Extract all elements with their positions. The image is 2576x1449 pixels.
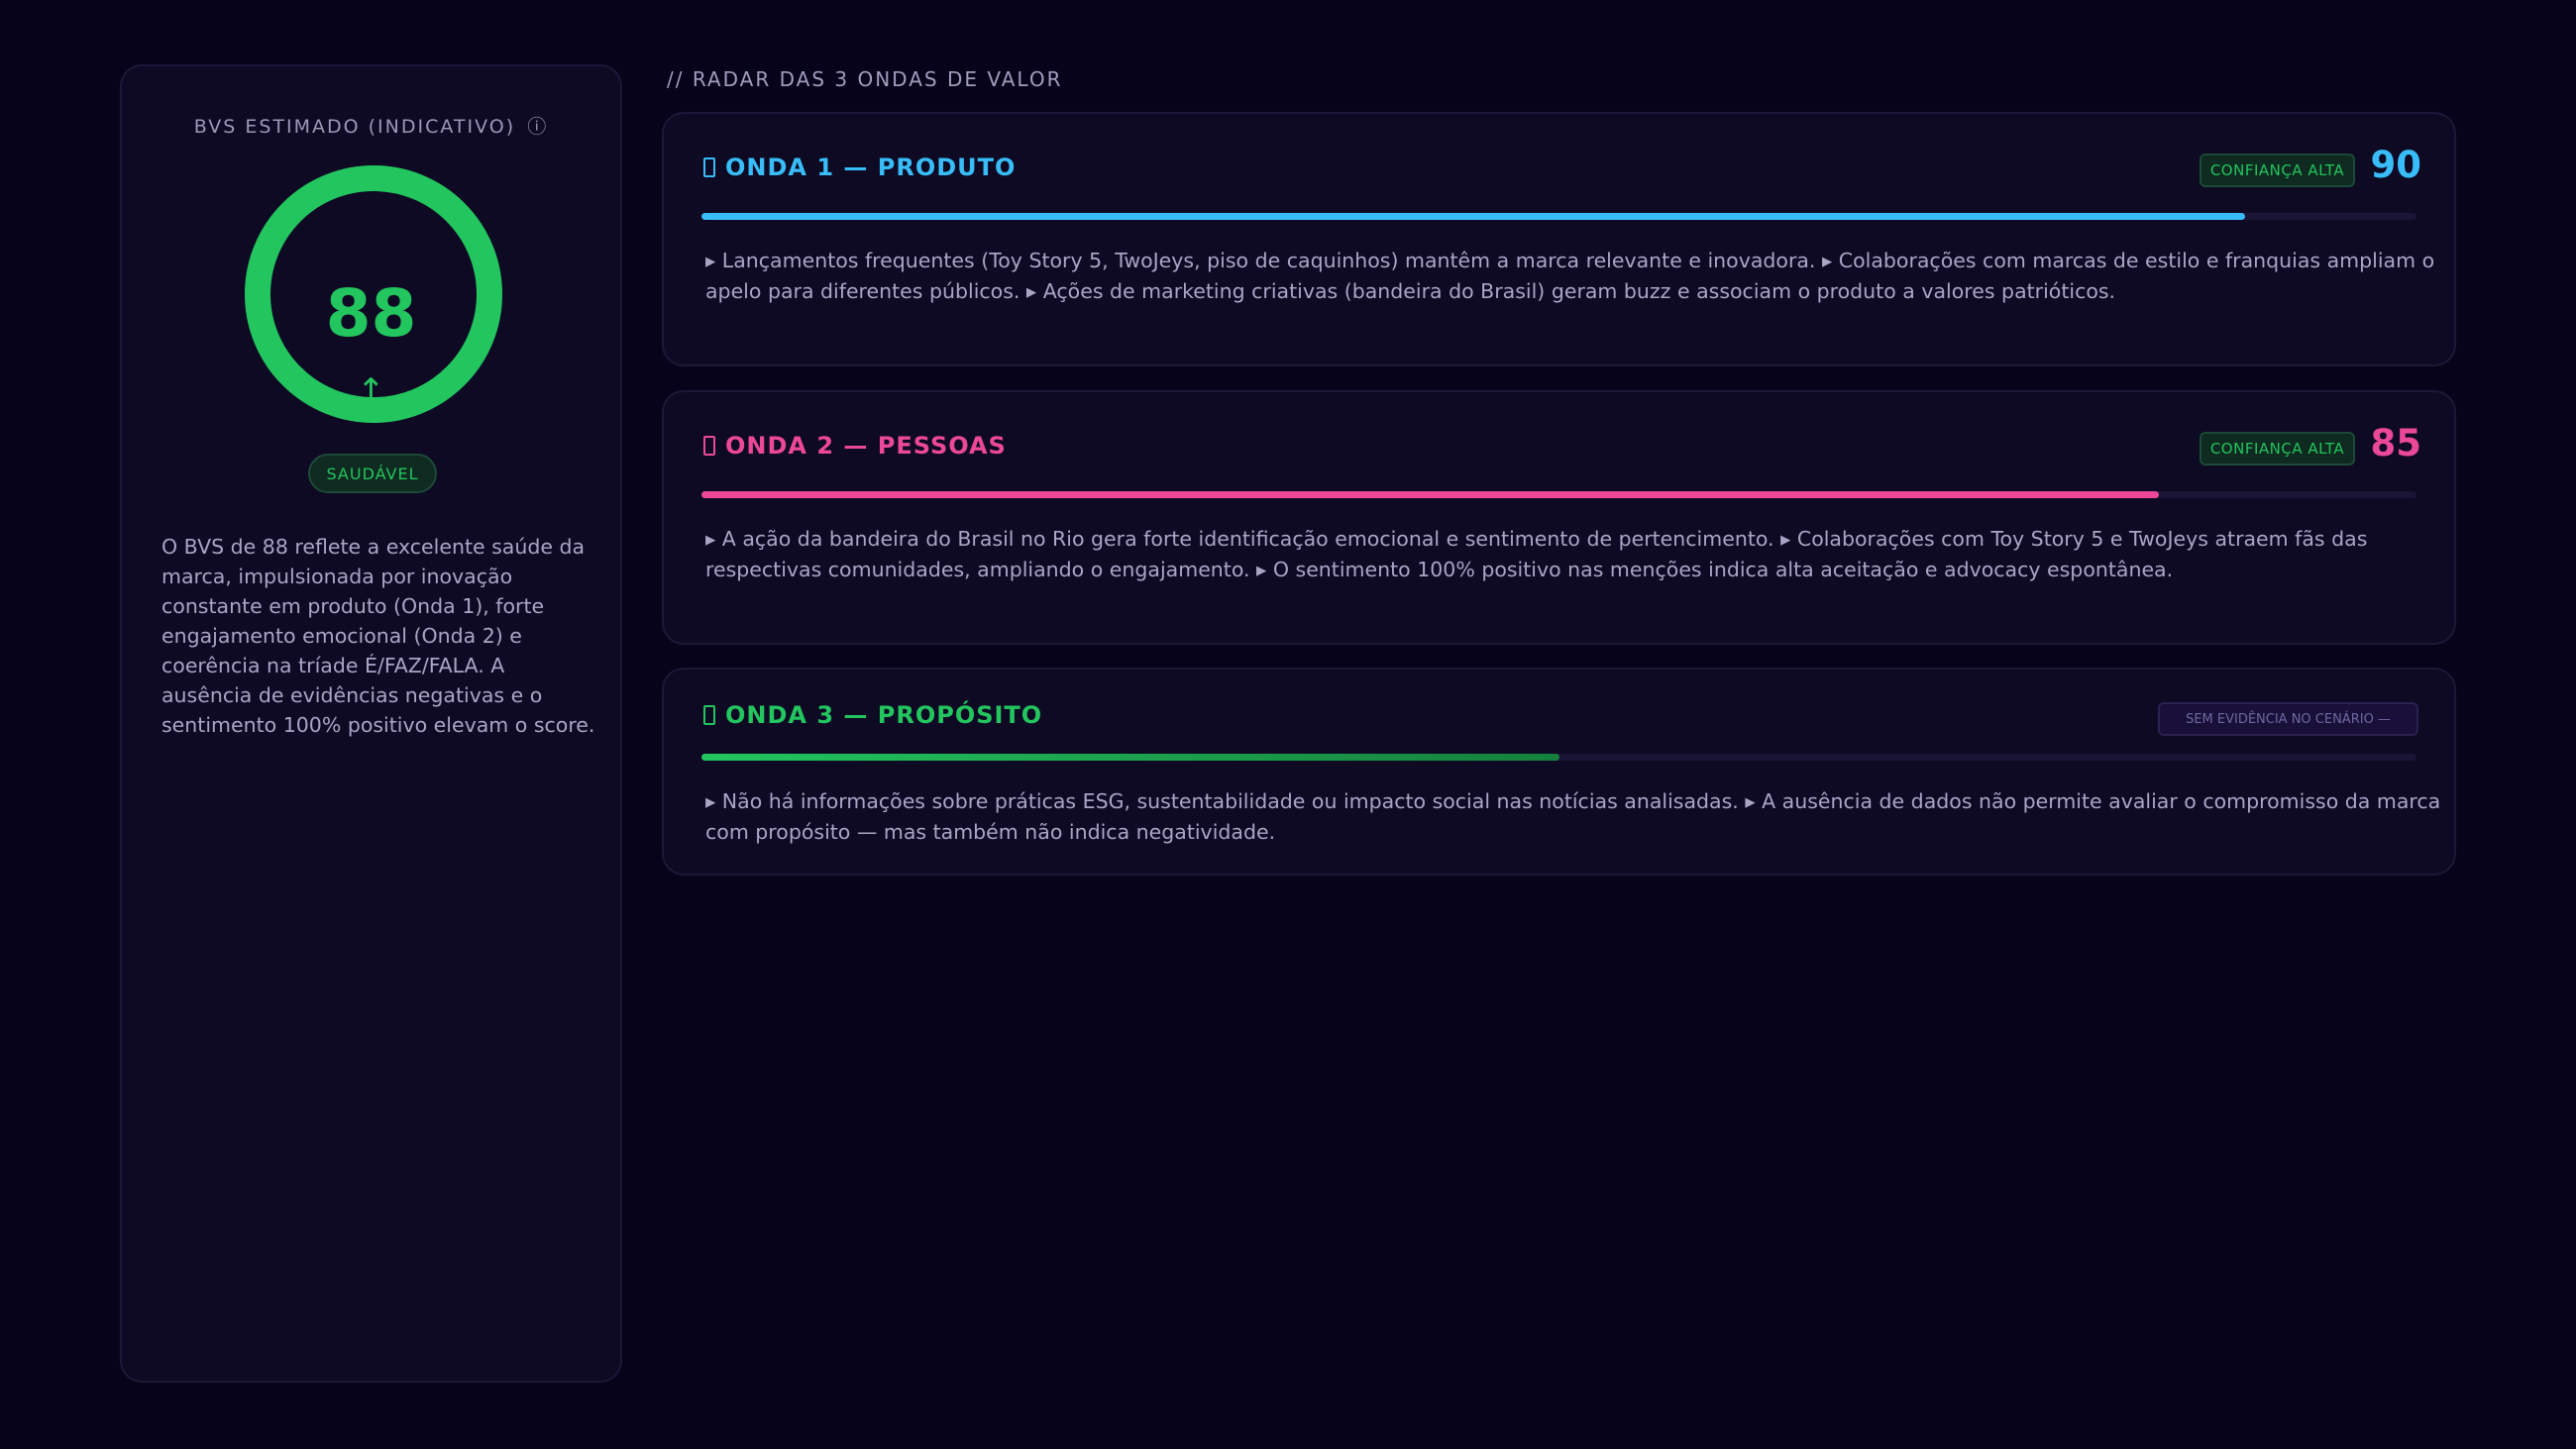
no-evidence-badge: SEM EVIDÊNCIA NO CENÁRIO — — [2158, 702, 2418, 736]
bvs-panel: BVS ESTIMADO (INDICATIVO) ⓘ 88 ↑ SAUDÁVE… — [120, 64, 622, 1383]
section-title: // RADAR DAS 3 ONDAS DE VALOR — [667, 67, 1063, 91]
wave-card-proposito: ONDA 3 — PROPÓSITO SEM EVIDÊNCIA NO CENÁ… — [662, 668, 2456, 876]
wave-card-pessoas: ONDA 2 — PESSOAS CONFIANÇA ALTA 85 ▸ A a… — [662, 390, 2456, 645]
wave-progress-track — [701, 491, 2416, 498]
wave-progress-fill — [701, 213, 2245, 220]
wave-description: ▸ Lançamentos frequentes (Toy Story 5, T… — [705, 249, 2435, 303]
info-icon[interactable]: ⓘ — [527, 116, 548, 138]
wave-description: ▸ A ação da bandeira do Brasil no Rio ge… — [705, 527, 2368, 581]
confidence-badge: CONFIANÇA ALTA — [2200, 432, 2355, 466]
bvs-title: BVS ESTIMADO (INDICATIVO) ⓘ — [193, 116, 549, 138]
bvs-score: 88 — [325, 275, 417, 352]
status-badge: SAUDÁVEL — [308, 454, 437, 493]
wave-progress-fill — [701, 491, 2160, 498]
wave-progress-track — [701, 213, 2416, 220]
confidence-badge: CONFIANÇA ALTA — [2200, 154, 2355, 187]
wave-title: ONDA 3 — PROPÓSITO — [703, 701, 1042, 729]
wave-icon — [703, 436, 715, 456]
wave-score: 90 — [2370, 144, 2422, 186]
wave-progress-track — [701, 754, 2416, 761]
wave-score: 85 — [2370, 422, 2422, 465]
wave-progress-fill — [701, 754, 1559, 761]
wave-card-produto: ONDA 1 — PRODUTO CONFIANÇA ALTA 90 ▸ Lan… — [662, 112, 2456, 366]
wave-description: ▸ Não há informações sobre práticas ESG,… — [705, 789, 2441, 844]
wave-title: ONDA 1 — PRODUTO — [703, 154, 1016, 181]
trend-up-icon: ↑ — [357, 371, 385, 411]
wave-icon — [703, 157, 715, 177]
wave-title: ONDA 2 — PESSOAS — [703, 432, 1007, 460]
bvs-summary: O BVS de 88 reflete a excelente saúde da… — [161, 535, 595, 737]
wave-icon — [703, 705, 715, 725]
